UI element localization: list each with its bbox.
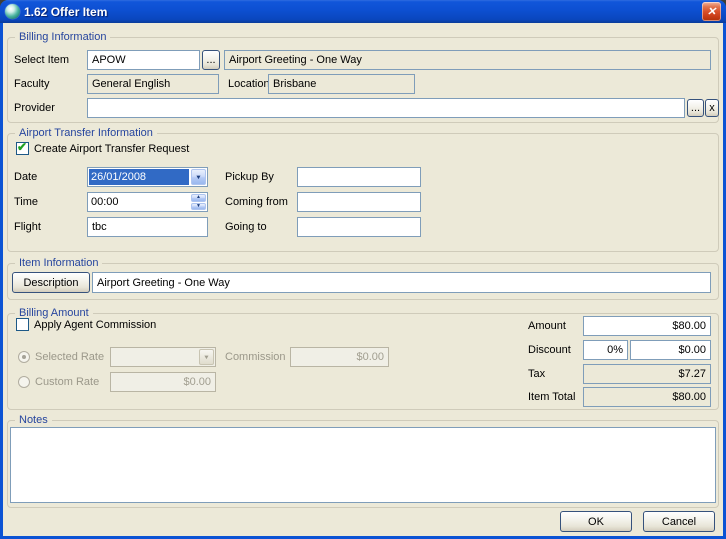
spin-down-icon: ▼ [196, 204, 201, 209]
cancel-button[interactable]: Cancel [643, 511, 715, 532]
going-to-input[interactable] [297, 217, 421, 237]
spin-up-icon: ▲ [196, 195, 201, 200]
item-total-field [583, 387, 711, 407]
discount-label: Discount [528, 340, 571, 360]
window-title: 1.62 Offer Item [24, 5, 698, 19]
provider-browse-button[interactable]: ... [687, 99, 704, 117]
tax-field [583, 364, 711, 384]
provider-label: Provider [14, 98, 55, 118]
rate-value [112, 349, 197, 365]
chevron-down-icon[interactable]: ▼ [191, 169, 206, 185]
pickup-by-input[interactable] [297, 167, 421, 187]
time-label: Time [14, 192, 38, 212]
select-item-input[interactable] [87, 50, 200, 70]
description-button[interactable]: Description [12, 272, 90, 293]
select-item-browse-button[interactable]: ... [202, 50, 220, 70]
date-label: Date [14, 167, 37, 187]
date-combobox[interactable]: 26/01/2008 ▼ [87, 167, 208, 187]
titlebar[interactable]: 1.62 Offer Item ✕ [0, 0, 726, 23]
location-label: Location [228, 74, 270, 94]
close-button[interactable]: ✕ [702, 2, 721, 21]
selected-rate-label: Selected Rate [35, 347, 104, 367]
item-description-field [224, 50, 711, 70]
apply-commission-checkbox[interactable] [16, 318, 29, 331]
flight-label: Flight [14, 217, 41, 237]
ok-button[interactable]: OK [560, 511, 632, 532]
item-description-input[interactable] [92, 272, 711, 293]
item-total-label: Item Total [528, 387, 576, 407]
pickup-by-label: Pickup By [225, 167, 274, 187]
provider-clear-button[interactable]: x [705, 99, 719, 117]
provider-input[interactable] [87, 98, 685, 118]
faculty-label: Faculty [14, 74, 49, 94]
apply-commission-label[interactable]: Apply Agent Commission [34, 315, 156, 335]
spin-down-button[interactable]: ▼ [191, 203, 206, 211]
flight-input[interactable] [87, 217, 208, 237]
coming-from-input[interactable] [297, 192, 421, 212]
going-to-label: Going to [225, 217, 267, 237]
location-field [268, 74, 415, 94]
chevron-down-icon: ▼ [199, 349, 214, 365]
check-icon: ✔ [17, 140, 27, 154]
notes-textarea[interactable] [10, 427, 716, 503]
spin-up-button[interactable]: ▲ [191, 194, 206, 202]
dialog-body: Billing Information Airport Transfer Inf… [3, 23, 723, 536]
commission-label: Commission [225, 347, 286, 367]
discount-amount-input[interactable] [630, 340, 711, 360]
select-item-label: Select Item [14, 50, 69, 70]
create-transfer-label[interactable]: Create Airport Transfer Request [34, 139, 189, 159]
time-input[interactable] [88, 193, 190, 211]
tax-label: Tax [528, 364, 545, 384]
time-spin-buttons: ▲ ▼ [191, 194, 206, 210]
date-value: 26/01/2008 [89, 169, 189, 185]
rate-combobox: ▼ [110, 347, 216, 367]
custom-rate-radio [18, 376, 30, 388]
amount-input[interactable] [583, 316, 711, 336]
notes-title: Notes [15, 413, 52, 428]
commission-field [290, 347, 389, 367]
billing-information-title: Billing Information [15, 30, 110, 45]
close-icon: ✕ [707, 5, 716, 18]
amount-label: Amount [528, 316, 566, 336]
create-transfer-checkbox[interactable]: ✔ [16, 142, 29, 155]
time-spinner[interactable]: ▲ ▼ [87, 192, 208, 212]
faculty-field [87, 74, 219, 94]
custom-rate-label: Custom Rate [35, 372, 99, 392]
offer-item-dialog: 1.62 Offer Item ✕ Billing Information Ai… [0, 0, 726, 539]
item-information-title: Item Information [15, 256, 102, 271]
radio-dot [22, 355, 26, 359]
app-icon [5, 4, 20, 19]
coming-from-label: Coming from [225, 192, 288, 212]
selected-rate-radio [18, 351, 30, 363]
custom-rate-field [110, 372, 216, 392]
discount-percent-input[interactable] [583, 340, 628, 360]
